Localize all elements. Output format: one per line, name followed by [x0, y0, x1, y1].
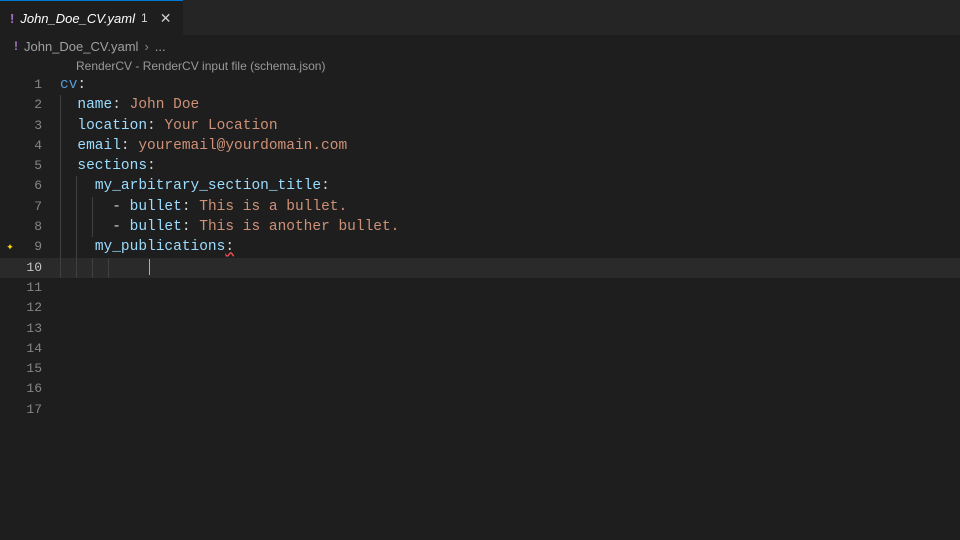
code-line[interactable]: 15 [0, 359, 960, 379]
code-line[interactable]: 10 [0, 258, 960, 278]
yaml-file-icon: ! [10, 11, 14, 26]
line-number: 9 [20, 237, 60, 257]
code-line[interactable]: 13 [0, 319, 960, 339]
text-cursor [149, 259, 150, 275]
gutter-glyph: ✦ [0, 237, 20, 257]
line-number: 16 [20, 379, 60, 399]
breadcrumb[interactable]: ! John_Doe_CV.yaml › ... [0, 35, 960, 57]
line-number: 14 [20, 339, 60, 359]
tab-filename: John_Doe_CV.yaml [20, 11, 135, 26]
line-number: 17 [20, 400, 60, 420]
line-number: 1 [20, 75, 60, 95]
code-line[interactable]: 5 sections: [0, 156, 960, 176]
chevron-right-icon: › [144, 39, 148, 54]
file-tab[interactable]: ! John_Doe_CV.yaml 1 ✕ [0, 0, 183, 35]
code-editor[interactable]: 1 cv: 2 name: John Doe 3 location: Your … [0, 75, 960, 420]
code-line[interactable]: 11 [0, 278, 960, 298]
line-number: 2 [20, 95, 60, 115]
line-number: 7 [20, 197, 60, 217]
codelens-hint[interactable]: RenderCV - RenderCV input file (schema.j… [0, 57, 960, 75]
breadcrumb-filename: John_Doe_CV.yaml [24, 39, 138, 54]
sparkle-icon[interactable]: ✦ [6, 240, 13, 254]
code-line[interactable]: 12 [0, 298, 960, 318]
line-number: 8 [20, 217, 60, 237]
line-number: 12 [20, 298, 60, 318]
code-line[interactable]: ✦ 9 my_publications: [0, 237, 960, 257]
code-line[interactable]: 6 my_arbitrary_section_title: [0, 176, 960, 196]
code-line[interactable]: 3 location: Your Location [0, 116, 960, 136]
code-line[interactable]: 14 [0, 339, 960, 359]
breadcrumb-more: ... [155, 39, 166, 54]
line-number: 3 [20, 116, 60, 136]
line-number: 13 [20, 319, 60, 339]
code-line[interactable]: 4 email: youremail@yourdomain.com [0, 136, 960, 156]
line-number: 4 [20, 136, 60, 156]
close-icon[interactable]: ✕ [158, 8, 174, 29]
tab-bar: ! John_Doe_CV.yaml 1 ✕ [0, 0, 960, 35]
tab-modified-indicator: 1 [141, 11, 148, 25]
line-number: 6 [20, 176, 60, 196]
code-line[interactable]: 16 [0, 379, 960, 399]
code-line[interactable]: 17 [0, 400, 960, 420]
yaml-file-icon: ! [14, 39, 18, 53]
line-number: 11 [20, 278, 60, 298]
code-line[interactable]: 1 cv: [0, 75, 960, 95]
line-number: 5 [20, 156, 60, 176]
line-number: 10 [20, 258, 60, 278]
line-number: 15 [20, 359, 60, 379]
code-line[interactable]: 8 - bullet: This is another bullet. [0, 217, 960, 237]
code-line[interactable]: 2 name: John Doe [0, 95, 960, 115]
code-line[interactable]: 7 - bullet: This is a bullet. [0, 197, 960, 217]
